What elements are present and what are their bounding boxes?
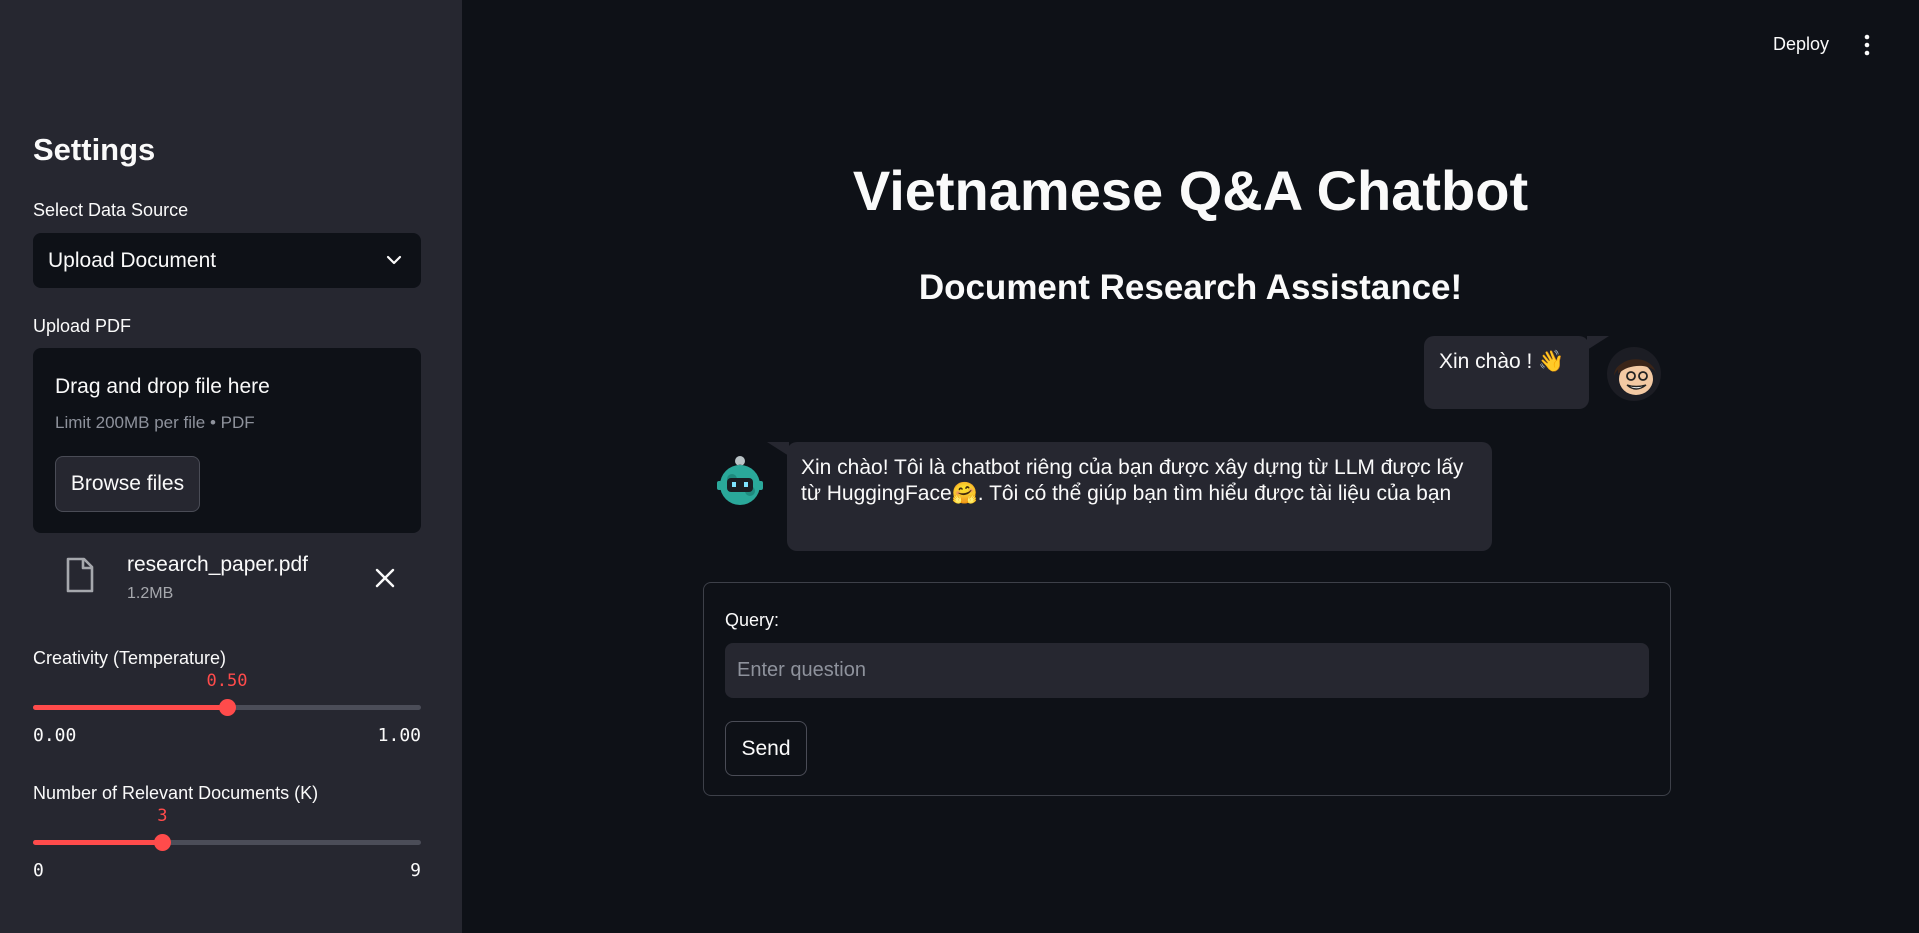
browse-files-button[interactable]: Browse files: [55, 456, 200, 512]
k-docs-label: Number of Relevant Documents (K): [33, 783, 319, 803]
slider-thumb[interactable]: [154, 834, 172, 851]
user-message: Xin chào ! 👋: [1424, 336, 1609, 409]
page-subtitle: Document Research Assistance!: [918, 268, 1463, 307]
deploy-button[interactable]: Deploy: [1773, 34, 1829, 55]
close-icon[interactable]: [374, 567, 396, 589]
user-avatar-icon: [1607, 347, 1661, 401]
slider-value: 3: [157, 806, 168, 826]
slider-max: 1.00: [377, 725, 421, 746]
file-name: research_paper.pdf: [127, 553, 308, 576]
data-source-label: Select Data Source: [33, 200, 189, 220]
slider-thumb[interactable]: [219, 699, 236, 716]
uploaded-file-row: research_paper.pdf 1.2MB: [33, 545, 421, 615]
send-button[interactable]: Send: [725, 721, 807, 776]
slider-value: 0.50: [206, 671, 248, 691]
slider-fill: [33, 705, 227, 710]
assistant-message: Xin chào! Tôi là chatbot riêng của bạn đ…: [767, 442, 1492, 551]
upload-pdf-label: Upload PDF: [33, 316, 132, 336]
temperature-label: Creativity (Temperature): [33, 648, 227, 668]
query-input[interactable]: [725, 643, 1649, 698]
page-title: Vietnamese Q&A Chatbot: [852, 159, 1529, 222]
file-dropzone[interactable]: Drag and drop file here Limit 200MB per …: [33, 348, 421, 533]
temperature-slider[interactable]: 0.50 0.00 1.00: [33, 671, 421, 765]
data-source-selected: Upload Document: [48, 248, 217, 272]
slider-max: 9: [410, 860, 421, 881]
kebab-menu-icon[interactable]: [1857, 33, 1877, 57]
sidebar-title: Settings: [33, 132, 156, 167]
file-size: 1.2MB: [127, 585, 174, 602]
slider-min: 0: [33, 860, 44, 881]
slider-min: 0.00: [33, 725, 77, 746]
data-source-select[interactable]: Upload Document: [33, 233, 421, 288]
dropzone-limit: Limit 200MB per file • PDF: [55, 413, 255, 432]
sidebar: Settings Select Data Source Upload Docum…: [0, 0, 462, 933]
file-icon: [66, 557, 94, 593]
assistant-avatar-icon: [717, 456, 763, 505]
k-docs-slider[interactable]: 3 0 9: [33, 806, 421, 900]
dropzone-title: Drag and drop file here: [55, 375, 270, 398]
chevron-down-icon: [386, 255, 402, 265]
query-label: Query:: [725, 610, 780, 630]
query-form: Query: Send: [703, 582, 1671, 796]
slider-fill: [33, 840, 163, 845]
